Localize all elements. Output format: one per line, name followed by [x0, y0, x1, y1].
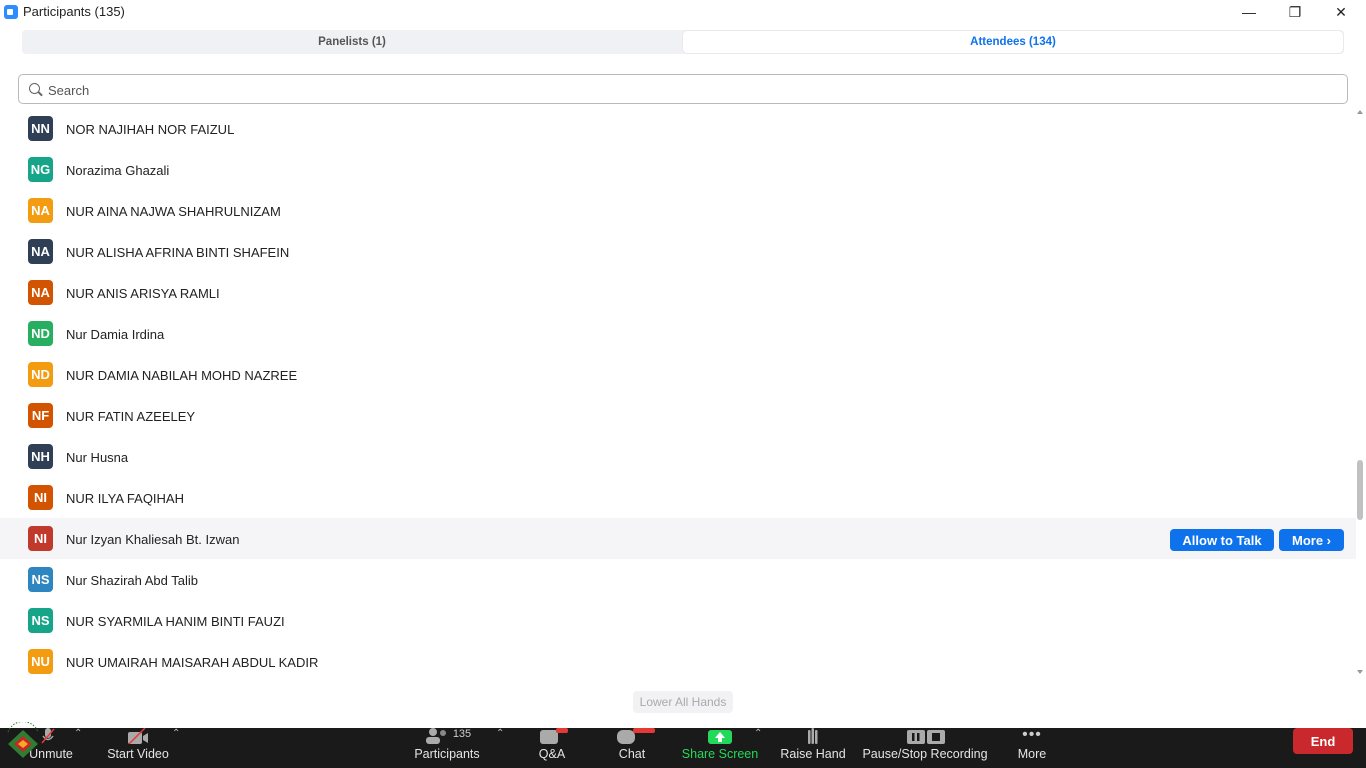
- participant-tabs: Panelists (1) Attendees (134): [22, 30, 1344, 54]
- allow-to-talk-button[interactable]: Allow to Talk: [1170, 529, 1274, 551]
- attendee-row-hovered[interactable]: NI Nur Izyan Khaliesah Bt. Izwan Allow t…: [0, 518, 1356, 559]
- video-options-chevron-up-icon[interactable]: ⌃: [172, 728, 180, 739]
- attendee-row[interactable]: ND NUR DAMIA NABILAH MOHD NAZREE: [0, 354, 1356, 395]
- more-button[interactable]: More ›: [1279, 529, 1344, 551]
- chat-label: Chat: [618, 747, 646, 761]
- avatar: ND: [28, 321, 53, 346]
- attendee-name: NUR FATIN AZEELEY: [66, 409, 196, 424]
- share-screen-icon: [708, 728, 732, 744]
- avatar: NA: [28, 280, 53, 305]
- attendee-list: NN NOR NAJIHAH NOR FAIZUL NG Norazima Ghaz…: [0, 108, 1356, 682]
- share-screen-label: Share Screen: [681, 747, 759, 761]
- qa-label: Q&A: [538, 747, 566, 761]
- participants-count: 135: [452, 728, 472, 740]
- start-video-button[interactable]: Start Video: [104, 728, 172, 768]
- avatar: NH: [28, 444, 53, 469]
- qa-icon: [534, 728, 570, 744]
- attendee-row[interactable]: NS Nur Shazirah Abd Talib: [0, 559, 1356, 600]
- tab-panelists[interactable]: Panelists (1): [22, 30, 682, 54]
- raise-hand-button[interactable]: Raise Hand: [780, 728, 846, 768]
- microphone-icon: [41, 728, 55, 744]
- attendee-name: Nur Izyan Khaliesah Bt. Izwan: [66, 532, 240, 547]
- avatar: NS: [28, 608, 53, 633]
- pause-stop-recording-icon: [903, 728, 947, 744]
- zoom-app-icon: [4, 5, 18, 19]
- attendee-name: NOR NAJIHAH NOR FAIZUL: [66, 122, 235, 137]
- attendee-name: Nur Husna: [66, 450, 129, 465]
- avatar: NN: [28, 116, 53, 141]
- lower-all-hands-button[interactable]: Lower All Hands: [633, 691, 733, 713]
- qa-button[interactable]: Q&A: [532, 728, 572, 768]
- search-box: [18, 74, 1348, 104]
- scrollbar[interactable]: [1356, 108, 1364, 676]
- scroll-down-arrow-icon[interactable]: [1357, 670, 1363, 674]
- more-dots-icon: •••: [1022, 728, 1042, 743]
- scroll-thumb[interactable]: [1357, 460, 1363, 520]
- scroll-up-arrow-icon[interactable]: [1357, 110, 1363, 114]
- attendee-row[interactable]: NU NUR UMAIRAH MAISARAH ABDUL KADIR: [0, 641, 1356, 682]
- avatar: NA: [28, 239, 53, 264]
- audio-options-chevron-up-icon[interactable]: ⌃: [74, 728, 82, 739]
- hand-icon: [805, 728, 821, 744]
- attendee-name: NUR DAMIA NABILAH MOHD NAZREE: [66, 368, 298, 383]
- attendee-name: NUR UMAIRAH MAISARAH ABDUL KADIR: [66, 655, 319, 670]
- share-options-chevron-up-icon[interactable]: ⌃: [754, 728, 762, 739]
- participants-button[interactable]: 135 Participants: [412, 728, 482, 768]
- close-button[interactable]: ✕: [1318, 0, 1364, 24]
- participants-icon: 135: [423, 728, 471, 744]
- recording-label: Pause/Stop Recording: [862, 747, 988, 761]
- attendee-row[interactable]: NI NUR ILYA FAQIHAH: [0, 477, 1356, 518]
- start-video-label: Start Video: [107, 747, 169, 761]
- attendee-row[interactable]: NN NOR NAJIHAH NOR FAIZUL: [0, 108, 1356, 149]
- avatar: NI: [28, 485, 53, 510]
- window-title: Participants (135): [23, 4, 125, 19]
- minimize-button[interactable]: —: [1226, 0, 1272, 24]
- search-input[interactable]: [46, 79, 1330, 101]
- tab-attendees[interactable]: Attendees (134): [683, 31, 1343, 53]
- chat-icon: [609, 728, 655, 744]
- attendee-name: NUR ALISHA AFRINA BINTI SHAFEIN: [66, 245, 290, 260]
- attendee-row[interactable]: NA NUR ALISHA AFRINA BINTI SHAFEIN: [0, 231, 1356, 272]
- attendee-name: Nur Damia Irdina: [66, 327, 165, 342]
- attendee-row[interactable]: NF NUR FATIN AZEELEY: [0, 395, 1356, 436]
- search-icon: [29, 83, 40, 94]
- attendee-row[interactable]: NA NUR ANIS ARISYA RAMLI: [0, 272, 1356, 313]
- attendee-row[interactable]: NS NUR SYARMILA HANIM BINTI FAUZI: [0, 600, 1356, 641]
- avatar: NF: [28, 403, 53, 428]
- attendee-row[interactable]: NG Norazima Ghazali: [0, 149, 1356, 190]
- avatar: NG: [28, 157, 53, 182]
- avatar: NS: [28, 567, 53, 592]
- school-logo-watermark-icon: [7, 722, 39, 758]
- restore-button[interactable]: ❐: [1272, 0, 1318, 24]
- avatar: NA: [28, 198, 53, 223]
- avatar: NI: [28, 526, 53, 551]
- chat-button[interactable]: Chat: [609, 728, 655, 768]
- avatar: NU: [28, 649, 53, 674]
- participants-label: Participants: [414, 747, 480, 761]
- recording-button[interactable]: Pause/Stop Recording: [862, 728, 988, 768]
- more-label: More: [1017, 747, 1047, 761]
- attendee-row[interactable]: ND Nur Damia Irdina: [0, 313, 1356, 354]
- title-bar: Participants (135) — ❐ ✕: [0, 0, 1366, 24]
- attendee-name: Norazima Ghazali: [66, 163, 170, 178]
- attendee-name: NUR ANIS ARISYA RAMLI: [66, 286, 220, 301]
- raise-hand-label: Raise Hand: [780, 747, 846, 761]
- attendee-name: NUR ILYA FAQIHAH: [66, 491, 184, 506]
- attendee-row[interactable]: NH Nur Husna: [0, 436, 1356, 477]
- attendee-name: NUR AINA NAJWA SHAHRULNIZAM: [66, 204, 281, 219]
- meeting-toolbar: Unmute ⌃ Start Video ⌃ 135 Participants …: [0, 728, 1366, 768]
- share-screen-button[interactable]: Share Screen: [681, 728, 759, 768]
- avatar: ND: [28, 362, 53, 387]
- attendee-row[interactable]: NA NUR AINA NAJWA SHAHRULNIZAM: [0, 190, 1356, 231]
- end-meeting-button[interactable]: End: [1293, 728, 1353, 754]
- attendee-name: NUR SYARMILA HANIM BINTI FAUZI: [66, 614, 285, 629]
- participants-options-chevron-up-icon[interactable]: ⌃: [496, 728, 504, 739]
- attendee-name: Nur Shazirah Abd Talib: [66, 573, 199, 588]
- video-camera-icon: [127, 728, 149, 744]
- more-toolbar-button[interactable]: ••• More: [1012, 728, 1052, 768]
